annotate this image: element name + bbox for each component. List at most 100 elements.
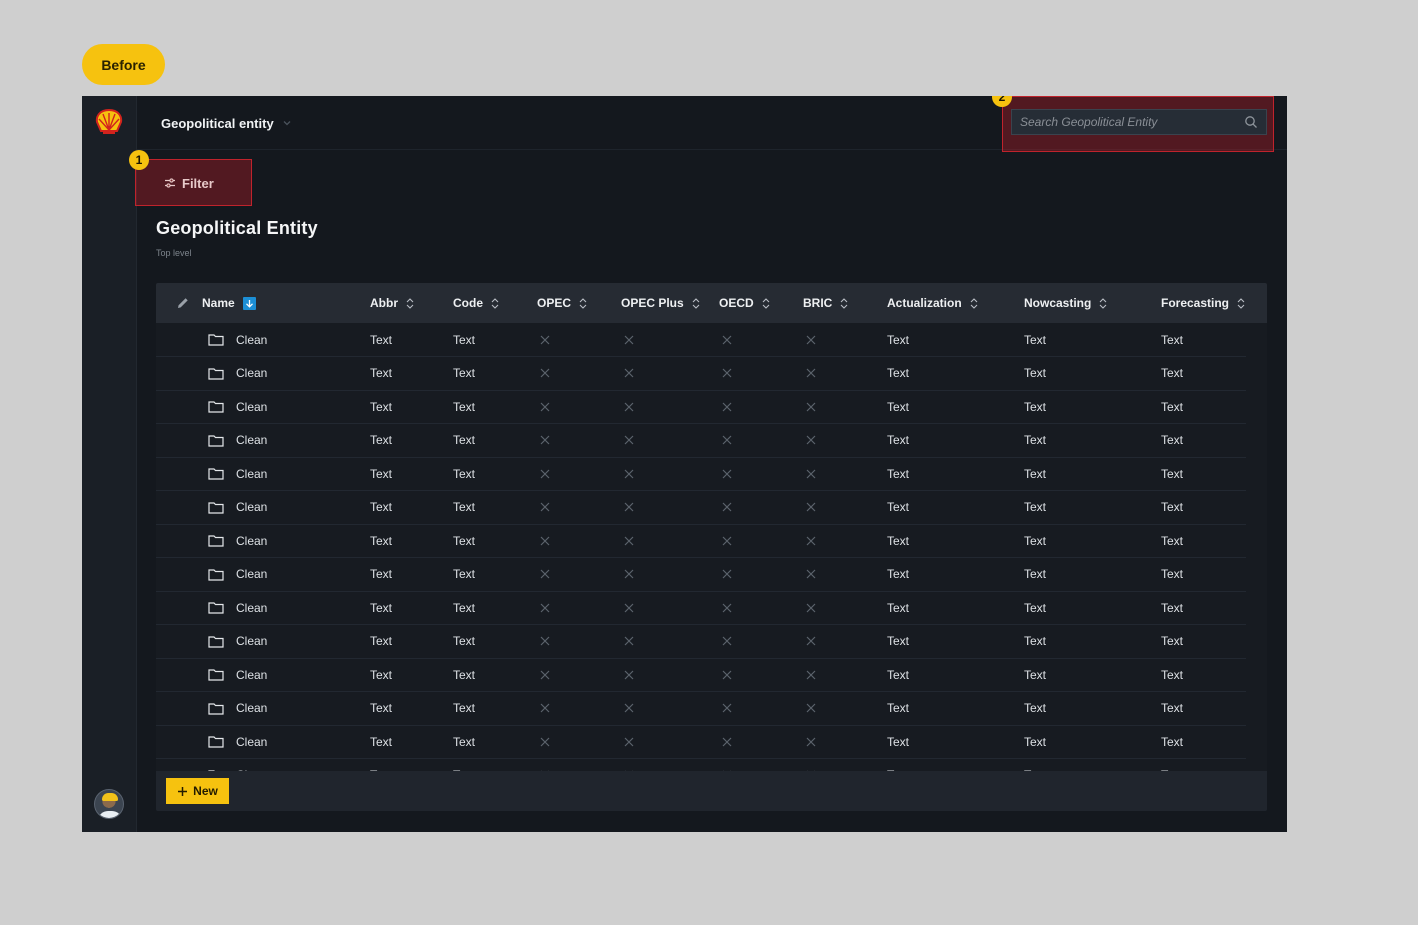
table-row[interactable]: Clean Text Text Text Text Text xyxy=(156,457,1246,491)
row-code: Text xyxy=(453,600,476,615)
row-actualization: Text xyxy=(887,759,909,771)
row-code: Text xyxy=(453,701,476,715)
table-row[interactable]: Clean Text Text Text Text Text xyxy=(156,625,1246,659)
column-header-label: Actualization xyxy=(887,296,962,310)
folder-icon xyxy=(208,658,224,691)
close-icon xyxy=(806,390,816,423)
shell-logo-icon[interactable] xyxy=(95,109,123,135)
sort-descending-icon[interactable] xyxy=(242,296,256,310)
close-icon xyxy=(722,558,732,591)
row-forecasting: Text xyxy=(1161,734,1184,749)
table-row[interactable]: Clean Text Text Text Text Text xyxy=(156,759,1246,771)
row-abbr: Text xyxy=(370,600,393,615)
close-icon xyxy=(540,692,550,725)
table-row[interactable]: Clean Text Text Text Text Text xyxy=(156,591,1246,625)
entity-dropdown[interactable]: Geopolitical entity xyxy=(161,114,292,132)
row-forecasting: Text xyxy=(1161,466,1184,481)
search-field[interactable] xyxy=(1011,109,1267,135)
sidebar xyxy=(82,96,137,832)
column-header-opec[interactable]: OPEC xyxy=(537,283,587,323)
table-row[interactable]: Clean Text Text Text Text Text xyxy=(156,658,1246,692)
column-header-abbr[interactable]: Abbr xyxy=(370,283,414,323)
table-row[interactable]: Clean Text Text Text Text Text xyxy=(156,692,1246,726)
close-icon xyxy=(624,692,634,725)
close-icon xyxy=(806,625,816,658)
sort-icon xyxy=(1237,297,1245,309)
row-name: Clean xyxy=(236,500,268,514)
close-icon xyxy=(806,457,816,490)
column-header-code[interactable]: Code xyxy=(453,283,499,323)
table-row[interactable]: Clean Text Text Text Text Text xyxy=(156,558,1246,592)
row-forecasting: Text xyxy=(1161,600,1184,615)
table-row[interactable]: Clean Text Text Text Text Text xyxy=(156,491,1246,525)
row-abbr: Text xyxy=(370,533,393,548)
column-header-actualization[interactable]: Actualization xyxy=(887,283,978,323)
folder-icon xyxy=(208,558,224,591)
table-row[interactable]: Clean Text Text Text Text Text xyxy=(156,725,1246,759)
chevron-down-icon xyxy=(283,121,291,126)
close-icon xyxy=(806,558,816,591)
row-name: Clean xyxy=(236,399,268,414)
row-nowcasting: Text xyxy=(1024,759,1046,771)
row-forecasting: Text xyxy=(1161,433,1184,447)
table-row[interactable]: Clean Text Text Text Text Text xyxy=(156,524,1246,558)
folder-icon xyxy=(208,323,224,356)
row-actualization: Text xyxy=(887,567,910,581)
table-footer: New xyxy=(156,771,1267,811)
column-header-label: Abbr xyxy=(370,296,398,310)
pencil-icon[interactable] xyxy=(176,296,190,310)
close-icon xyxy=(722,759,732,771)
table-row[interactable]: Clean Text Text Text Text Text xyxy=(156,390,1246,424)
filter-button[interactable]: Filter xyxy=(164,174,214,192)
column-header-nowcasting[interactable]: Nowcasting xyxy=(1024,283,1107,323)
table-row[interactable]: Clean Text Text Text Text Text xyxy=(156,323,1246,357)
app-window: Geopolitical entity 2 Filter 1 Geopoliti… xyxy=(82,96,1287,832)
row-forecasting: Text xyxy=(1161,332,1184,347)
column-header-name[interactable]: Name xyxy=(202,283,256,323)
search-input[interactable] xyxy=(1012,115,1244,129)
row-nowcasting: Text xyxy=(1024,634,1047,648)
close-icon xyxy=(806,591,816,624)
close-icon xyxy=(540,725,550,758)
folder-icon xyxy=(208,491,224,524)
row-name: Clean xyxy=(236,533,268,548)
row-nowcasting: Text xyxy=(1024,533,1047,548)
search-icon[interactable] xyxy=(1244,115,1258,129)
row-name: Clean xyxy=(236,701,268,715)
table-row[interactable]: Clean Text Text Text Text Text xyxy=(156,357,1246,391)
row-code: Text xyxy=(453,533,476,548)
row-forecasting: Text xyxy=(1161,667,1184,682)
row-name: Clean xyxy=(236,734,268,749)
close-icon xyxy=(540,759,550,771)
close-icon xyxy=(722,524,732,557)
column-header-opec-plus[interactable]: OPEC Plus xyxy=(621,283,700,323)
user-avatar[interactable] xyxy=(94,789,124,819)
close-icon xyxy=(806,491,816,524)
row-abbr: Text xyxy=(370,634,393,648)
close-icon xyxy=(806,524,816,557)
row-actualization: Text xyxy=(887,600,910,615)
row-forecasting: Text xyxy=(1161,500,1184,514)
row-actualization: Text xyxy=(887,399,910,414)
row-actualization: Text xyxy=(887,332,910,347)
column-header-forecasting[interactable]: Forecasting xyxy=(1161,283,1245,323)
close-icon xyxy=(624,357,634,390)
close-icon xyxy=(722,658,732,691)
row-name: Clean xyxy=(236,567,268,581)
row-abbr: Text xyxy=(370,399,393,414)
folder-icon xyxy=(208,625,224,658)
close-icon xyxy=(722,357,732,390)
sort-icon xyxy=(579,297,587,309)
close-icon xyxy=(722,725,732,758)
row-name: Clean xyxy=(236,366,268,380)
row-code: Text xyxy=(453,399,476,414)
row-abbr: Text xyxy=(370,701,393,715)
column-header-oecd[interactable]: OECD xyxy=(719,283,770,323)
row-name: Clean xyxy=(236,759,267,771)
sort-icon xyxy=(491,297,499,309)
new-button[interactable]: New xyxy=(166,778,229,804)
close-icon xyxy=(624,558,634,591)
table-row[interactable]: Clean Text Text Text Text Text xyxy=(156,424,1246,458)
close-icon xyxy=(540,625,550,658)
column-header-bric[interactable]: BRIC xyxy=(803,283,848,323)
